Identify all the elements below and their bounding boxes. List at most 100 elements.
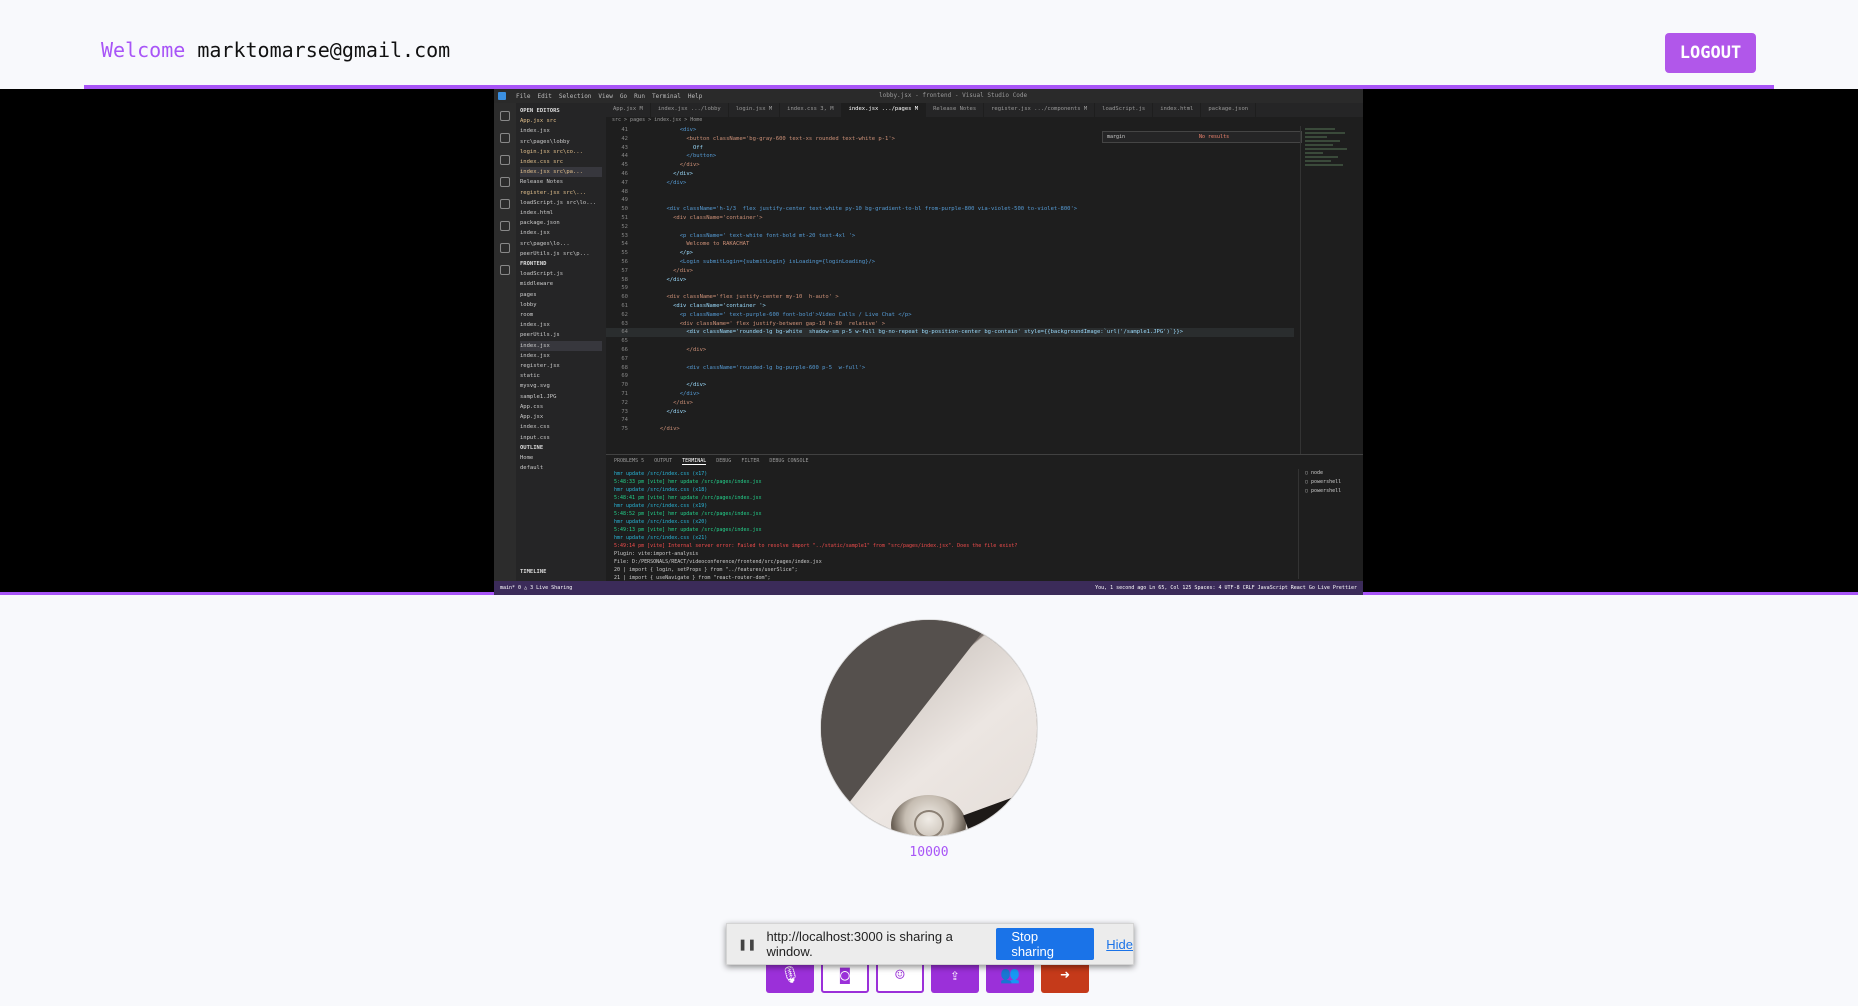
code-line: 55 </p> [606, 249, 1294, 258]
explorer-file: index.html [520, 210, 554, 217]
welcome-label: Welcome [101, 38, 186, 62]
stop-sharing-button[interactable]: Stop sharing [996, 928, 1095, 960]
line-number: 56 [621, 258, 628, 265]
explorer-file: input.css [520, 434, 550, 441]
code-line: 44 </button> [606, 152, 1294, 161]
explorer-file: Release Notes [520, 179, 564, 186]
code-line: 52 [606, 223, 1294, 232]
line-number: 51 [621, 214, 628, 221]
vscode-menu-item: Go [619, 92, 628, 100]
line-number: 63 [621, 320, 628, 327]
line-number: 46 [621, 170, 628, 177]
line-number: 60 [621, 294, 628, 301]
code-line: 74 [606, 416, 1294, 425]
vscode-breadcrumb: src > pages > index.jsx > Home [612, 117, 703, 123]
participant-video [820, 619, 1038, 837]
panel-tab: FILTER [741, 458, 760, 464]
code-text: <div className='flex justify-center my-1… [640, 294, 839, 301]
explorer-file: mysvg.svg [520, 383, 550, 390]
line-number: 42 [621, 135, 628, 142]
camera-icon: ◙ [840, 964, 850, 984]
code-text: </div> [640, 382, 707, 389]
code-line: 64 <div className='rounded-lg bg-white s… [606, 328, 1294, 338]
line-number: 41 [621, 127, 628, 133]
live-share-icon [500, 265, 510, 275]
line-number: 71 [621, 390, 628, 397]
status-left: main* 0 △ 3 Live Sharing [500, 585, 573, 591]
line-number: 52 [621, 223, 628, 230]
line-number: 54 [621, 241, 628, 248]
explorer-file: App.jsx [520, 414, 544, 421]
vscode-menu-item: View [598, 92, 613, 100]
terminal-line: Plugin: vite:import-analysis [614, 551, 699, 557]
line-number: 45 [621, 162, 628, 169]
code-line: 56 <Login submitLogin={submitLogin} isLo… [606, 258, 1294, 267]
pause-icon: ❚❚ [738, 938, 757, 951]
code-text: <p className=' text-white font-bold mt-2… [640, 232, 856, 239]
explorer-file: peerUtils.js src\p... [520, 250, 590, 257]
outline-list: Home default [520, 453, 602, 473]
vscode-menu-item: Help [687, 92, 703, 100]
terminal-list: ▢ node ▢ powershell ▢ powershell [1298, 469, 1363, 579]
explorer-file: index.jsx [520, 322, 550, 329]
line-number: 69 [621, 373, 628, 380]
hide-link[interactable]: Hide [1106, 937, 1133, 952]
code-line: 75 </div> [606, 425, 1294, 434]
code-text: <p className=' text-purple-600 font-bold… [640, 311, 912, 318]
extensions-icon [500, 199, 510, 209]
code-text: </p> [640, 250, 693, 257]
terminal-line: hmr update /src/index.css (x21) [614, 535, 708, 541]
vscode-editor-tab: package.json [1201, 103, 1257, 117]
line-number: 50 [621, 206, 628, 213]
code-line: 48 [606, 188, 1294, 197]
frontend-heading: FRONTEND [520, 261, 547, 268]
terminal-instance: ▢ powershell [1305, 488, 1342, 494]
vscode-activity-bar [494, 103, 516, 581]
terminal-line: File: D:/PERSONALS/REACT/videoconference… [614, 559, 822, 565]
logout-button[interactable]: LOGOUT [1665, 33, 1756, 73]
line-number: 73 [621, 408, 628, 415]
vscode-menu-item: File [516, 92, 531, 100]
vscode-editor-tab: index.css 3, M [780, 103, 842, 117]
leave-icon: ➜ [1060, 964, 1070, 984]
code-line: 46 </div> [606, 170, 1294, 179]
panel-tab: TERMINAL [682, 458, 707, 465]
explorer-file: middleware [520, 281, 554, 288]
explorer-file-list: App.jsx src index.jsx src\pages\lobby lo… [520, 116, 602, 259]
code-line: 53 <p className=' text-white font-bold m… [606, 232, 1294, 241]
line-number: 44 [621, 153, 628, 160]
explorer-file: package.json [520, 220, 560, 227]
participant-id: 10000 [909, 845, 949, 860]
code-line: 54 Welcome to RAKACHAT [606, 240, 1294, 249]
vscode-logo-icon [498, 92, 506, 100]
source-control-icon [500, 155, 510, 165]
explorer-file: register.jsx src\... [520, 189, 587, 196]
code-text: <div className=' flex justify-between ga… [640, 320, 886, 327]
explorer-file: sample1.JPG [520, 393, 557, 400]
terminal-line: 5:49:13 pm [vite] hmr update /src/pages/… [614, 527, 762, 533]
code-line: 63 <div className=' flex justify-between… [606, 320, 1294, 329]
line-number: 66 [621, 346, 628, 353]
code-text: <div> [640, 127, 697, 133]
explorer-file: login.jsx src\co... [520, 148, 583, 155]
terminal-output: hmr update /src/index.css (x17) 5:48:33 p… [606, 468, 1363, 584]
terminal-line: 20 | import { login, setProps } from "..… [614, 567, 798, 573]
explorer-icon [500, 111, 510, 121]
line-number: 58 [621, 276, 628, 283]
explorer-file: App.css [520, 403, 544, 410]
code-line: 51 <div className='container'> [606, 214, 1294, 223]
line-number: 53 [621, 232, 628, 239]
vscode-editor-tab: Release Notes [926, 103, 985, 117]
code-line: 60 <div className='flex justify-center m… [606, 293, 1294, 302]
outline-heading: OUTLINE [520, 444, 544, 451]
code-line: 61 <div className='container '> [606, 302, 1294, 311]
line-number: 49 [621, 197, 628, 204]
vscode-explorer: OPEN EDITORS App.jsx src index.jsx src\p… [516, 103, 606, 581]
vscode-window-title: lobby.jsx - frontend - Visual Studio Cod… [879, 92, 1028, 99]
code-text: <button className='bg-gray-600 text-xs r… [640, 135, 895, 142]
users-icon: 👥 [1000, 964, 1020, 984]
emoji-icon: ☺ [895, 964, 905, 984]
code-text: </div> [640, 408, 687, 415]
terminal-line: hmr update /src/index.css (x19) [614, 503, 708, 509]
vscode-menu-item: Run [634, 92, 645, 100]
